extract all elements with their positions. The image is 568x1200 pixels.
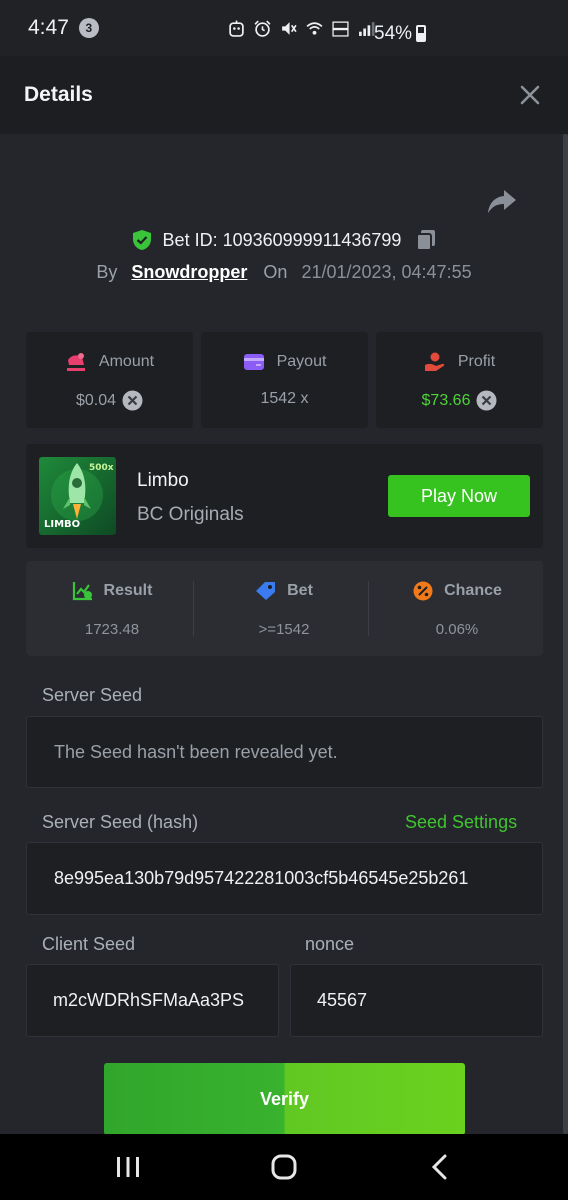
username-link[interactable]: Snowdropper xyxy=(131,262,247,283)
home-button[interactable] xyxy=(264,1147,304,1187)
server-seed-hash-field[interactable]: 8e995ea130b79d957422281003cf5b46545e25b2… xyxy=(26,842,543,915)
seed-settings-link[interactable]: Seed Settings xyxy=(405,812,517,833)
nonce-field[interactable]: 45567 xyxy=(290,964,543,1037)
currency-coin-icon xyxy=(476,390,497,411)
signal-icon xyxy=(359,22,375,36)
nonce-label: nonce xyxy=(305,934,355,954)
chart-check-icon xyxy=(72,582,92,601)
back-icon xyxy=(431,1154,447,1180)
payout-card: Payout 1542 x xyxy=(201,332,368,428)
status-time: 4:47 xyxy=(28,16,69,39)
thumb-title: LIMBO xyxy=(44,519,81,530)
on-label: On xyxy=(263,262,288,282)
play-now-button[interactable]: Play Now xyxy=(388,475,530,517)
client-seed-label: Client Seed xyxy=(42,934,136,954)
shield-check-icon xyxy=(132,230,151,250)
verify-button[interactable]: Verify xyxy=(104,1063,465,1135)
bet-tag-icon xyxy=(256,582,276,600)
currency-coin-icon xyxy=(122,390,143,411)
nonce-value: 45567 xyxy=(317,990,368,1010)
server-seed-hash-label: Server Seed (hash) xyxy=(42,812,199,832)
recent-apps-icon xyxy=(117,1157,139,1177)
chance-column: Chance 0.06% xyxy=(371,561,543,656)
details-header: Details xyxy=(0,56,568,134)
payout-wallet-icon xyxy=(243,354,264,370)
recent-apps-button[interactable] xyxy=(108,1147,148,1187)
status-bar: 4:47 3 54% xyxy=(0,0,568,56)
details-content[interactable]: Bet ID: 109360999911436799 By Snowdroppe… xyxy=(0,134,568,1135)
result-label: Result xyxy=(103,582,153,599)
by-label: By xyxy=(96,262,118,282)
bet-column: Bet >=1542 xyxy=(198,561,370,656)
profit-value: $73.66 xyxy=(421,391,471,409)
chance-value: 0.06% xyxy=(435,621,479,638)
client-seed-field[interactable]: m2cWDRhSFMaAa3PS xyxy=(26,964,279,1037)
percent-icon xyxy=(413,581,433,601)
scrollbar-thumb[interactable] xyxy=(563,134,568,1134)
payout-label: Payout xyxy=(276,353,327,370)
server-seed-label: Server Seed xyxy=(42,685,143,705)
share-icon[interactable] xyxy=(486,186,518,216)
scrollbar[interactable] xyxy=(563,134,568,1134)
amount-value: $0.04 xyxy=(75,391,117,409)
amount-card: Amount $0.04 xyxy=(26,332,193,428)
result-card: Result 1723.48 Bet >=1542 Chance 0.06% xyxy=(26,561,543,656)
copy-icon[interactable] xyxy=(415,228,437,252)
thumb-badge: 500x xyxy=(89,463,114,473)
wifi-icon xyxy=(306,22,323,35)
result-value: 1723.48 xyxy=(84,621,140,638)
game-name: Limbo xyxy=(137,470,189,491)
bet-id-row: Bet ID: 109360999911436799 xyxy=(0,228,568,252)
payout-value: 1542 x xyxy=(260,390,309,407)
profit-hand-icon xyxy=(424,352,445,371)
bet-meta-row: By Snowdropper On 21/01/2023, 04:47:55 xyxy=(0,262,568,283)
server-seed-hash-value: 8e995ea130b79d957422281003cf5b46545e25b2… xyxy=(54,868,469,888)
profit-label: Profit xyxy=(457,353,496,370)
bet-date: 21/01/2023, 04:47:55 xyxy=(301,262,472,282)
limbo-game-thumbnail[interactable]: 500x LIMBO xyxy=(39,457,116,535)
close-icon[interactable] xyxy=(518,83,542,107)
notification-count-badge: 3 xyxy=(78,18,99,38)
system-navigation-bar xyxy=(0,1134,568,1200)
game-card: 500x LIMBO Limbo BC Originals Play Now xyxy=(26,444,543,548)
home-icon xyxy=(271,1154,297,1180)
divider xyxy=(193,581,194,636)
divider xyxy=(368,581,369,636)
amount-icon xyxy=(66,353,85,371)
battery-icon xyxy=(416,25,426,42)
bet-label: Bet xyxy=(287,582,313,599)
chance-label: Chance xyxy=(444,582,502,599)
server-seed-field: The Seed hasn't been revealed yet. xyxy=(26,716,543,788)
battery-percent: 54% xyxy=(374,23,413,44)
profit-card: Profit $73.66 xyxy=(376,332,543,428)
game-provider: BC Originals xyxy=(137,504,244,525)
page-title: Details xyxy=(24,83,93,106)
volte-icon xyxy=(332,21,349,37)
server-seed-value: The Seed hasn't been revealed yet. xyxy=(54,741,338,762)
bet-value: >=1542 xyxy=(258,621,310,638)
result-column: Result 1723.48 xyxy=(26,561,198,656)
bet-id: Bet ID: 109360999911436799 xyxy=(162,229,402,250)
client-seed-value: m2cWDRhSFMaAa3PS xyxy=(53,990,245,1010)
amount-label: Amount xyxy=(98,353,155,370)
mute-icon xyxy=(282,22,297,35)
status-icons xyxy=(228,20,375,37)
alarm-icon xyxy=(254,20,271,37)
robot-notification-icon xyxy=(229,20,244,37)
back-button[interactable] xyxy=(420,1147,460,1187)
